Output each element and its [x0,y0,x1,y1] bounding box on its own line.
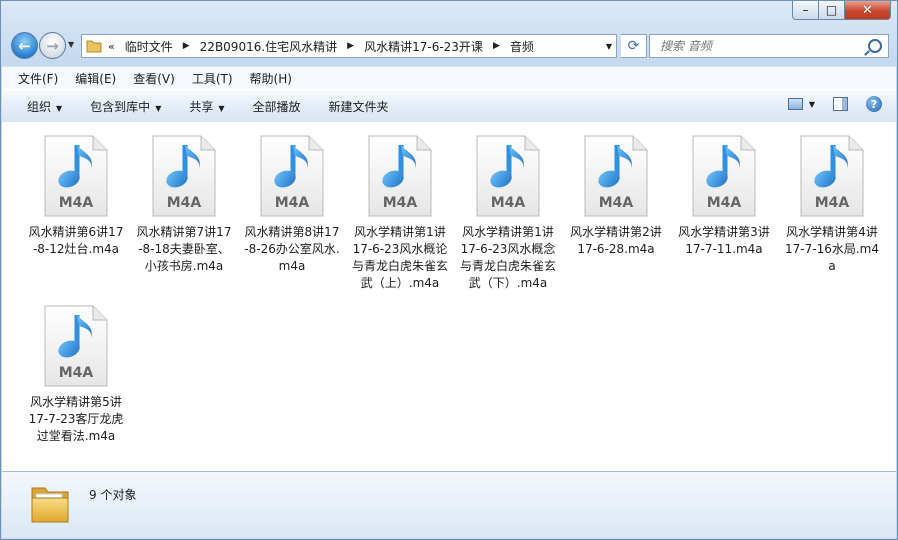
file-item[interactable]: M4A 风水精讲第7讲17-8-18夫妻卧室、小孩书房.m4a [132,122,236,275]
audio-file-icon: M4A [44,305,108,387]
window-controls: – □ ✕ [792,1,891,21]
organize-button[interactable]: 组织 ▼ [27,98,62,115]
minimize-button[interactable]: – [792,1,819,20]
arrow-left-icon: ← [18,36,31,55]
file-type-badge: M4A [491,195,526,211]
breadcrumb-item-4[interactable]: 音频 [506,38,538,55]
file-item[interactable]: M4A 风水学精讲第2讲17-6-28.m4a [564,122,668,258]
file-name: 风水学精讲第3讲17-7-11.m4a [678,225,770,256]
change-view-button[interactable]: ▼ [787,98,815,110]
audio-file-icon: M4A [260,135,324,217]
address-bar[interactable]: « 临时文件 ▶ 22B09016.住宅风水精讲 ▶ 风水精讲17-6-23开课… [81,34,617,58]
file-name: 风水精讲第8讲17-8-26办公室风水.m4a [244,225,340,273]
menu-edit[interactable]: 编辑(E) [75,70,116,87]
refresh-icon: ⟳ [627,38,640,54]
explorer-window: – □ ✕ ← → ▼ « 临时文件 ▶ 22B09016.住宅风水精讲 ▶ 风… [0,0,898,540]
file-name: 风水学精讲第5讲17-7-23客厅龙虎过堂看法.m4a [28,395,124,443]
breadcrumb-separator-icon[interactable]: ▶ [177,41,196,51]
audio-file-icon: M4A [476,135,540,217]
menu-file[interactable]: 文件(F) [18,70,58,87]
audio-file-icon: M4A [584,135,648,217]
file-type-badge: M4A [59,365,94,381]
file-item[interactable]: M4A 风水学精讲第1讲17-6-23风水概念与青龙白虎朱雀玄武（下）.m4a [456,122,560,292]
audio-file-icon: M4A [44,135,108,217]
menu-help[interactable]: 帮助(H) [250,70,292,87]
file-type-badge: M4A [815,195,850,211]
file-type-badge: M4A [275,195,310,211]
file-item[interactable]: M4A 风水学精讲第4讲17-7-16水局.m4a [780,122,884,275]
arrow-right-icon: → [46,36,59,55]
back-button[interactable]: ← [11,32,38,59]
preview-pane-button[interactable] [833,97,848,111]
breadcrumb-separator-icon[interactable]: ▶ [341,41,360,51]
folder-icon [86,40,102,53]
file-name: 风水学精讲第2讲17-6-28.m4a [570,225,662,256]
file-type-badge: M4A [167,195,202,211]
file-item[interactable]: M4A 风水学精讲第3讲17-7-11.m4a [672,122,776,258]
refresh-button[interactable]: ⟳ [621,34,647,58]
chevron-down-icon: ▼ [155,103,162,113]
include-in-library-label: 包含到库中 [90,99,151,114]
navigation-bar: ← → ▼ « 临时文件 ▶ 22B09016.住宅风水精讲 ▶ 风水精讲17-… [9,32,889,60]
folder-icon [31,487,69,523]
breadcrumb-item-3[interactable]: 风水精讲17-6-23开课 [360,38,487,55]
address-history-dropdown[interactable]: ▼ [606,42,612,51]
maximize-button[interactable]: □ [819,1,845,20]
chevron-down-icon: ▼ [56,103,63,113]
file-name: 风水精讲第6讲17-8-12灶台.m4a [28,225,124,256]
organize-label: 组织 [27,99,52,114]
file-item[interactable]: M4A 风水学精讲第5讲17-7-23客厅龙虎过堂看法.m4a [24,292,128,445]
close-button[interactable]: ✕ [845,1,891,20]
file-type-badge: M4A [59,195,94,211]
include-in-library-button[interactable]: 包含到库中 ▼ [90,98,161,115]
forward-button[interactable]: → [39,32,66,59]
chevron-down-icon: ▼ [808,99,815,109]
view-icon [787,98,803,110]
help-button[interactable]: ? [866,96,882,112]
breadcrumb-item-1[interactable]: 临时文件 [121,38,177,55]
menu-view[interactable]: 查看(V) [133,70,175,87]
file-item[interactable]: M4A 风水精讲第6讲17-8-12灶台.m4a [24,122,128,258]
item-count: 9 个对象 [89,488,137,502]
details-pane: 9 个对象 [2,471,896,538]
new-folder-button[interactable]: 新建文件夹 [329,98,389,115]
recent-pages-dropdown[interactable]: ▼ [68,40,74,49]
audio-file-icon: M4A [800,135,864,217]
file-item[interactable]: M4A 风水精讲第8讲17-8-26办公室风水.m4a [240,122,344,275]
file-name: 风水学精讲第4讲17-7-16水局.m4a [785,225,879,273]
audio-file-icon: M4A [368,135,432,217]
file-name: 风水精讲第7讲17-8-18夫妻卧室、小孩书房.m4a [136,225,232,273]
search-box[interactable] [649,34,889,58]
play-all-button[interactable]: 全部播放 [253,98,301,115]
command-bar: 组织 ▼ 包含到库中 ▼ 共享 ▼ 全部播放 新建文件夹 ▼ ? [2,89,896,123]
file-type-badge: M4A [707,195,742,211]
breadcrumb-item-2[interactable]: 22B09016.住宅风水精讲 [196,38,342,55]
file-item[interactable]: M4A 风水学精讲第1讲17-6-23风水概论与青龙白虎朱雀玄武（上）.m4a [348,122,452,292]
file-list: M4A 风水精讲第6讲17-8-12灶台.m4a M4A 风水精讲第7讲17-8-18… [2,122,896,471]
menu-tools[interactable]: 工具(T) [192,70,233,87]
file-name: 风水学精讲第1讲17-6-23风水概念与青龙白虎朱雀玄武（下）.m4a [459,225,556,290]
share-label: 共享 [189,99,214,114]
view-tools: ▼ ? [787,96,882,112]
audio-file-icon: M4A [152,135,216,217]
file-type-badge: M4A [383,195,418,211]
search-input[interactable] [658,38,862,54]
file-type-badge: M4A [599,195,634,211]
audio-file-icon: M4A [692,135,756,217]
file-name: 风水学精讲第1讲17-6-23风水概论与青龙白虎朱雀玄武（上）.m4a [351,225,448,290]
share-button[interactable]: 共享 ▼ [189,98,224,115]
breadcrumb-separator-icon[interactable]: ▶ [487,41,506,51]
chevron-down-icon: ▼ [218,103,225,113]
search-icon[interactable] [868,39,882,53]
breadcrumb-overflow[interactable]: « [108,40,115,53]
menu-bar: 文件(F) 编辑(E) 查看(V) 工具(T) 帮助(H) [2,66,896,89]
